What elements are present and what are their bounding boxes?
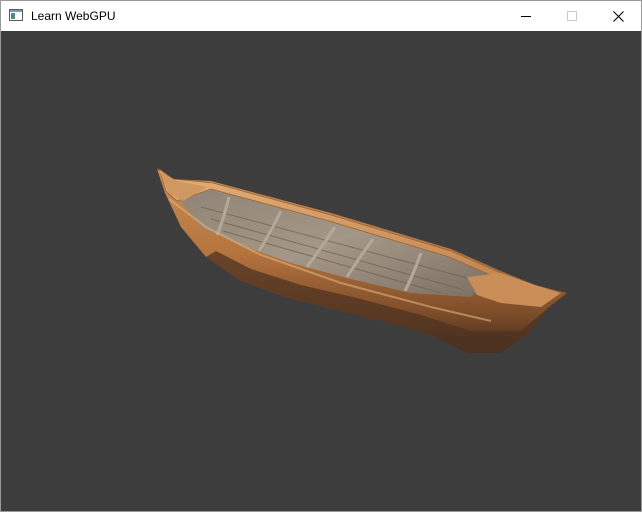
minimize-button[interactable] <box>503 1 549 31</box>
title-bar[interactable]: Learn WebGPU <box>1 1 641 31</box>
boat-render <box>157 167 567 353</box>
minimize-icon <box>521 16 531 17</box>
render-viewport[interactable] <box>1 31 641 511</box>
window-title: Learn WebGPU <box>31 9 116 23</box>
window-app-icon <box>9 9 23 21</box>
maximize-icon <box>567 11 577 21</box>
close-icon <box>612 10 624 22</box>
maximize-button[interactable] <box>549 1 595 31</box>
app-window: Learn WebGPU <box>0 0 642 512</box>
close-button[interactable] <box>595 1 641 31</box>
